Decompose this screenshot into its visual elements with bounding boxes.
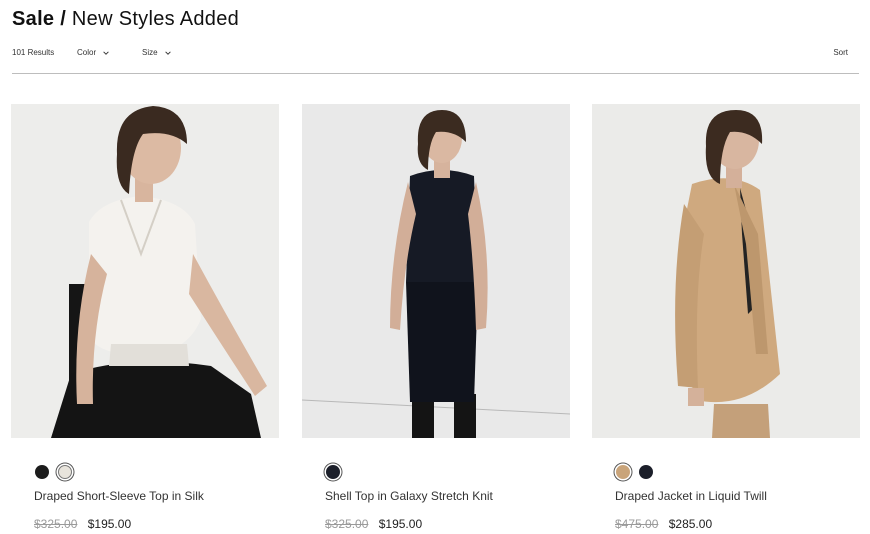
product-image[interactable]: [592, 104, 860, 438]
sale-price: $195.00: [87, 517, 132, 531]
color-swatch[interactable]: [35, 465, 49, 479]
product-card: Draped Jacket in Liquid Twill $475.00 $2…: [592, 104, 860, 531]
chevron-down-icon: [164, 50, 171, 55]
product-name[interactable]: Draped Jacket in Liquid Twill: [615, 489, 860, 503]
color-swatch[interactable]: [326, 465, 340, 479]
size-filter-dropdown[interactable]: Size: [142, 48, 172, 57]
product-name[interactable]: Shell Top in Galaxy Stretch Knit: [325, 489, 570, 503]
color-swatches: [35, 465, 279, 479]
sort-button[interactable]: Sort: [833, 48, 848, 57]
product-card: Shell Top in Galaxy Stretch Knit $325.00…: [302, 104, 570, 531]
page-title: Sale / New Styles Added: [12, 8, 239, 31]
product-price: $325.00 $195.00: [325, 517, 570, 531]
original-price: $325.00: [325, 517, 369, 531]
page-title-subsection: New Styles Added: [71, 8, 240, 30]
product-image[interactable]: [302, 104, 570, 438]
product-price: $475.00 $285.00: [615, 517, 860, 531]
original-price: $475.00: [615, 517, 659, 531]
product-image[interactable]: [11, 104, 279, 438]
page-title-section: Sale /: [12, 8, 67, 30]
original-price: $325.00: [34, 517, 78, 531]
color-filter-dropdown[interactable]: Color: [77, 48, 110, 57]
product-price: $325.00 $195.00: [34, 517, 279, 531]
results-count: 101 Results: [12, 48, 55, 57]
color-swatches: [326, 465, 570, 479]
color-filter-label: Color: [77, 48, 97, 57]
product-name[interactable]: Draped Short-Sleeve Top in Silk: [34, 489, 279, 503]
product-card: Draped Short-Sleeve Top in Silk $325.00 …: [11, 104, 279, 531]
color-swatch[interactable]: [639, 465, 653, 479]
filter-bar: 101 Results Color Size Sort: [12, 46, 859, 62]
chevron-down-icon: [103, 50, 109, 55]
sale-price: $285.00: [668, 517, 713, 531]
color-swatch[interactable]: [58, 465, 72, 479]
color-swatches: [616, 465, 860, 479]
sale-price: $195.00: [378, 517, 423, 531]
color-swatch[interactable]: [616, 465, 630, 479]
filter-divider: [12, 73, 859, 74]
size-filter-label: Size: [142, 48, 158, 57]
